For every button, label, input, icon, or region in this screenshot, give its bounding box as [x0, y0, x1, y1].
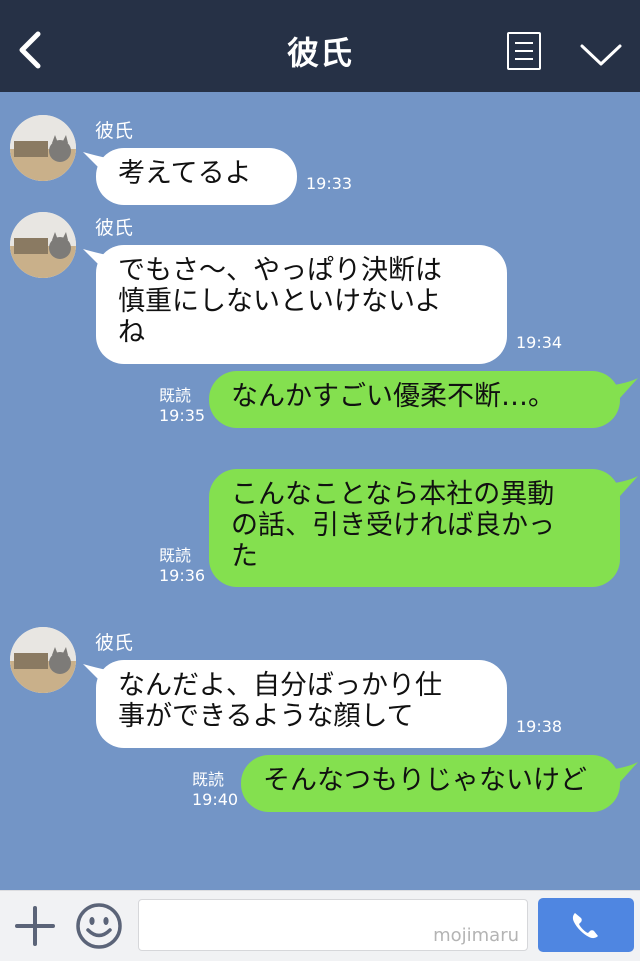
message-time: 19:34: [516, 333, 563, 352]
message-text: こんなことなら本社の異動 の話、引き受ければ良かっ た: [231, 479, 555, 572]
message-text: なんかすごい優柔不断…。: [231, 381, 555, 412]
message-bubble-incoming[interactable]: 考えてるよ: [96, 148, 297, 205]
smiley-icon: [76, 903, 122, 949]
chat-title: 彼氏: [286, 34, 353, 72]
message-bubble-outgoing[interactable]: なんかすごい優柔不断…。: [209, 371, 620, 428]
read-receipt: 既読 19:40: [192, 770, 238, 810]
chat-header: 彼氏: [0, 0, 640, 92]
message-time: 19:35: [159, 406, 206, 425]
message-text: そんなつもりじゃないけど: [263, 765, 587, 796]
sender-name: 彼氏: [95, 217, 134, 239]
phone-icon: [572, 913, 598, 939]
add-button[interactable]: [14, 905, 56, 947]
read-label: 既読: [159, 386, 192, 405]
plus-icon: [15, 906, 55, 946]
bubble-tail: [606, 762, 638, 782]
sender-name: 彼氏: [95, 120, 134, 142]
watermark-text: mojimaru: [433, 925, 519, 946]
message-time: 19:40: [192, 790, 239, 809]
message-bubble-outgoing[interactable]: そんなつもりじゃないけど: [241, 755, 620, 812]
avatar[interactable]: [10, 115, 76, 181]
read-receipt: 既読 19:35: [159, 386, 205, 426]
bubble-tail: [606, 476, 638, 496]
menu-list-icon: [515, 42, 533, 44]
avatar[interactable]: [10, 627, 76, 693]
sender-name: 彼氏: [95, 632, 134, 654]
avatar[interactable]: [10, 212, 76, 278]
message-text: でもさ～、やっぱり決断は 慎重にしないといけないよ ね: [118, 255, 442, 348]
read-label: 既読: [159, 546, 192, 565]
message-text: なんだよ、自分ばっかり仕 事ができるような顔して: [118, 670, 442, 732]
message-bubble-incoming[interactable]: でもさ～、やっぱり決断は 慎重にしないといけないよ ね: [96, 245, 507, 364]
message-time: 19:33: [306, 174, 353, 193]
message-bubble-incoming[interactable]: なんだよ、自分ばっかり仕 事ができるような顔して: [96, 660, 507, 748]
message-bubble-outgoing[interactable]: こんなことなら本社の異動 の話、引き受ければ良かっ た: [209, 469, 620, 587]
cat-photo-icon: [10, 627, 76, 693]
message-input[interactable]: mojimaru: [138, 899, 528, 951]
message-time: 19:36: [159, 566, 206, 585]
bubble-tail: [606, 378, 638, 398]
cat-photo-icon: [10, 212, 76, 278]
sticker-button[interactable]: [74, 901, 124, 951]
input-bar: mojimaru: [0, 890, 640, 961]
message-text: 考えてるよ: [118, 158, 252, 189]
read-receipt: 既読 19:36: [159, 546, 205, 586]
read-label: 既読: [192, 770, 225, 789]
chevron-down-icon: [580, 44, 622, 66]
expand-button[interactable]: [578, 38, 624, 70]
message-time: 19:38: [516, 717, 563, 736]
cat-photo-icon: [10, 115, 76, 181]
call-button[interactable]: [538, 898, 634, 952]
menu-button[interactable]: [507, 32, 541, 70]
